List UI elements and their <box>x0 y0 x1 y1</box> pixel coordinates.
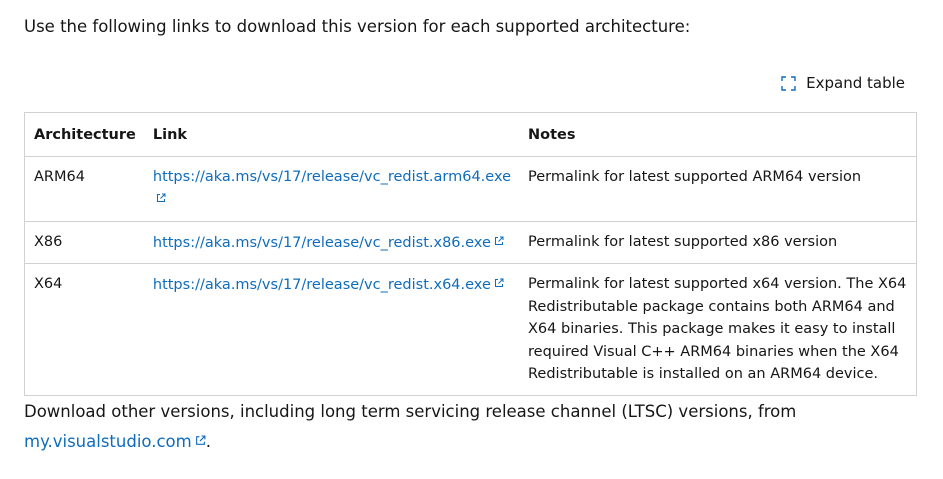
expand-table-label: Expand table <box>806 74 905 92</box>
external-link-icon <box>156 188 166 211</box>
download-link-arm64[interactable]: https://aka.ms/vs/17/release/vc_redist.a… <box>153 169 511 209</box>
cell-architecture: X86 <box>25 221 144 264</box>
footer-text: Download other versions, including long … <box>24 397 904 456</box>
footer-body: Download other versions, including long … <box>24 402 797 421</box>
external-link-icon <box>494 231 504 254</box>
expand-icon <box>781 75 796 91</box>
download-link-x64[interactable]: https://aka.ms/vs/17/release/vc_redist.x… <box>153 277 504 293</box>
cell-architecture: X64 <box>34 276 63 292</box>
header-link: Link <box>143 113 519 157</box>
intro-text: Use the following links to download this… <box>24 17 691 36</box>
cell-notes: Permalink for latest supported x64 versi… <box>528 276 907 382</box>
header-notes: Notes <box>519 113 916 157</box>
cell-link: https://aka.ms/vs/17/release/vc_redist.x… <box>144 264 519 395</box>
table-row: ARM64 https://aka.ms/vs/17/release/vc_re… <box>25 156 916 222</box>
visualstudio-link[interactable]: my.visualstudio.com <box>24 432 206 451</box>
download-link-x86[interactable]: https://aka.ms/vs/17/release/vc_redist.x… <box>153 235 504 251</box>
cell-link: https://aka.ms/vs/17/release/vc_redist.a… <box>143 156 519 222</box>
expand-table-button[interactable]: Expand table <box>781 74 905 92</box>
external-link-icon <box>195 426 206 455</box>
downloads-table: Architecture Link Notes ARM64 https://ak… <box>24 112 917 396</box>
cell-link: https://aka.ms/vs/17/release/vc_redist.x… <box>143 221 519 264</box>
table-row: X64 https://aka.ms/vs/17/release/vc_redi… <box>25 264 916 395</box>
footer-suffix: . <box>205 432 211 451</box>
cell-notes: Permalink for latest supported x86 versi… <box>519 221 916 264</box>
cell-architecture: ARM64 <box>25 156 144 222</box>
table-row: X86 https://aka.ms/vs/17/release/vc_redi… <box>25 221 916 264</box>
table-header-row: Architecture Link Notes <box>25 113 916 157</box>
external-link-icon <box>494 273 504 296</box>
header-architecture: Architecture <box>25 113 144 157</box>
cell-notes: Permalink for latest supported ARM64 ver… <box>519 156 916 222</box>
